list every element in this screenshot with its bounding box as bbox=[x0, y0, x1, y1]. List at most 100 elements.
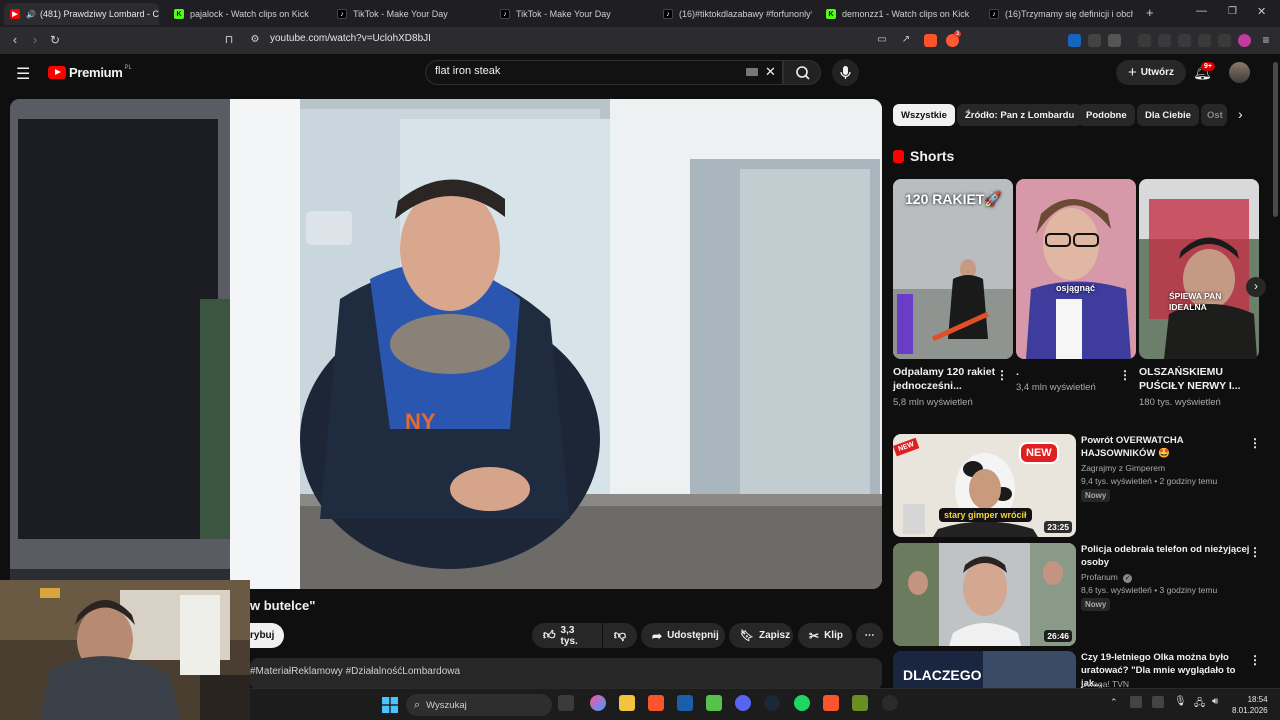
short-title[interactable]: . bbox=[1016, 365, 1121, 379]
thumbnail-caption: stary gimper wrócił bbox=[939, 508, 1032, 522]
video-player[interactable]: NY bbox=[10, 99, 882, 589]
reload-icon[interactable]: ↻ bbox=[47, 32, 63, 48]
short-thumbnail-2[interactable]: osjągnąć bbox=[1016, 179, 1136, 359]
video-title-link[interactable]: Policja odebrała telefon od nieżyjącej o… bbox=[1081, 543, 1251, 569]
channel-name[interactable]: Profanum ✓ bbox=[1081, 572, 1133, 583]
short-thumbnail-3[interactable]: ŚPIEWA PAN IDEALNA bbox=[1139, 179, 1259, 359]
description-box[interactable]: #MateriałReklamowy #DziałalnośćLombardow… bbox=[250, 658, 882, 690]
tab-kick-demonzz1[interactable]: K demonzz1 - Watch clips on Kick bbox=[820, 3, 975, 25]
short-menu-icon[interactable]: ⋮ bbox=[1119, 368, 1131, 382]
search-button[interactable] bbox=[783, 60, 821, 85]
spotify-icon[interactable] bbox=[794, 695, 810, 711]
volume-icon[interactable]: 🔊︎ bbox=[1212, 696, 1218, 707]
taskbar-search[interactable]: ⌕ Wyszukaj bbox=[406, 694, 552, 716]
tray-app-icon-2[interactable] bbox=[1152, 696, 1164, 708]
extension-2-icon[interactable] bbox=[1088, 34, 1101, 47]
wallet-icon[interactable] bbox=[1178, 34, 1191, 47]
forward-icon[interactable]: › bbox=[27, 32, 43, 48]
restore-icon[interactable]: ❐ bbox=[1228, 6, 1237, 17]
video-menu-icon[interactable]: ⋮ bbox=[1249, 436, 1261, 450]
video-title-link[interactable]: Powrót OVERWATCHA HAJSOWNIKÓW 🤩 bbox=[1081, 434, 1251, 460]
tab-tiktok-2[interactable]: ♪ TikTok - Make Your Day bbox=[494, 3, 649, 25]
share-button[interactable]: ➦ Udostępnij bbox=[641, 623, 725, 648]
task-view-icon[interactable] bbox=[558, 695, 574, 711]
new-tab-icon[interactable]: + bbox=[1146, 5, 1154, 20]
app-icon-olive[interactable] bbox=[852, 695, 868, 711]
menu-icon[interactable]: ≡ bbox=[1258, 32, 1274, 48]
hamburger-menu-icon[interactable]: ☰ bbox=[16, 64, 30, 84]
cast-icon[interactable]: ▭ bbox=[874, 32, 890, 48]
dislike-button[interactable]: 👎︎ bbox=[603, 623, 637, 648]
filter-chip-for-you[interactable]: Dla Ciebie bbox=[1137, 104, 1199, 126]
discord-icon[interactable] bbox=[735, 695, 751, 711]
voice-search-button[interactable] bbox=[832, 59, 859, 86]
tab-label: demonzz1 - Watch clips on Kick bbox=[842, 9, 970, 19]
brave-window-icon[interactable] bbox=[823, 695, 839, 711]
extension-3-icon[interactable] bbox=[1108, 34, 1121, 47]
minimize-icon[interactable]: — bbox=[1196, 5, 1207, 17]
filter-chip-similar[interactable]: Podobne bbox=[1078, 104, 1135, 126]
extension-1-icon[interactable] bbox=[1068, 34, 1081, 47]
sidebar-icon[interactable] bbox=[1158, 34, 1171, 47]
tab-kick-pajalock[interactable]: K pajalock - Watch clips on Kick bbox=[168, 3, 323, 25]
video-menu-icon[interactable]: ⋮ bbox=[1249, 545, 1261, 559]
app-icon-blue[interactable] bbox=[677, 695, 693, 711]
short-menu-icon[interactable]: ⋮ bbox=[996, 368, 1008, 382]
short-title[interactable]: Odpalamy 120 rakiet jednocześni... bbox=[893, 365, 998, 393]
clip-button[interactable]: ✂ Klip bbox=[798, 623, 852, 648]
tray-chevron-icon[interactable]: ⌃ bbox=[1110, 697, 1118, 708]
page-scrollbar[interactable] bbox=[1271, 54, 1280, 688]
system-clock[interactable]: 18:54 8.01.2026 bbox=[1232, 694, 1268, 716]
keyboard-icon[interactable] bbox=[746, 68, 758, 76]
avatar[interactable] bbox=[1229, 62, 1250, 83]
search-box[interactable]: ✕ bbox=[425, 60, 783, 85]
scrollbar-thumb[interactable] bbox=[1273, 62, 1278, 217]
create-button[interactable]: + Utwórz bbox=[1116, 60, 1186, 85]
music-icon[interactable] bbox=[1138, 34, 1151, 47]
microphone-tray-icon[interactable]: 🎙︎ bbox=[1174, 696, 1187, 707]
windows-start-icon[interactable] bbox=[382, 697, 398, 713]
url-field[interactable]: youtube.com/watch?v=UclohXD8bJI bbox=[270, 33, 431, 44]
tab-tiktok-3[interactable]: ♪ (16)#tiktokdlazabawy #forfunonly💜 bbox=[657, 3, 812, 25]
short-title[interactable]: OLSZAŃSKIEMU PUŚCIŁY NERWY I... bbox=[1139, 365, 1244, 393]
brave-browser-icon[interactable] bbox=[648, 695, 664, 711]
plus-icon: + bbox=[1127, 64, 1137, 81]
tab-tiktok-4[interactable]: ♪ (16)Trzymamy się definicji i obchodz bbox=[983, 3, 1133, 25]
clear-search-icon[interactable]: ✕ bbox=[765, 64, 776, 80]
filter-chip-recent[interactable]: Ost bbox=[1201, 104, 1227, 126]
more-actions-button[interactable]: ⋯ bbox=[856, 623, 883, 648]
short-thumbnail-1[interactable]: 120 RAKIET🚀 bbox=[893, 179, 1013, 359]
video-thumbnail-2[interactable]: 26:46 bbox=[893, 543, 1076, 646]
share-page-icon[interactable]: ↗ bbox=[898, 32, 914, 48]
close-window-icon[interactable]: ✕ bbox=[1257, 5, 1266, 18]
shorts-next-icon[interactable]: › bbox=[1246, 277, 1266, 297]
brave-shield-icon[interactable] bbox=[924, 34, 937, 47]
save-button[interactable]: 🔖︎ Zapisz bbox=[729, 623, 793, 648]
filter-chip-all[interactable]: Wszystkie bbox=[893, 104, 955, 126]
leo-icon[interactable] bbox=[1198, 34, 1211, 47]
site-info-icon[interactable]: ⚙ bbox=[247, 32, 263, 48]
obs-icon[interactable] bbox=[882, 695, 898, 711]
chevron-right-icon[interactable]: › bbox=[1238, 106, 1243, 122]
search-input[interactable] bbox=[435, 65, 735, 77]
video-thumbnail-3[interactable]: DLACZEGO bbox=[893, 651, 1076, 688]
tab-youtube[interactable]: ▶ 🔊 (481) Prawdziwy Lombard - C ✕ bbox=[4, 3, 159, 25]
video-thumbnail-1[interactable]: NEW NEW stary gimper wrócił 23:25 bbox=[893, 434, 1076, 537]
filter-chip-source[interactable]: Źródło: Pan z Lombardu bbox=[957, 104, 1083, 126]
network-icon[interactable]: 🖧︎ bbox=[1194, 696, 1205, 713]
like-button[interactable]: 👍︎ 3,3 tys. bbox=[532, 623, 602, 648]
tab-tiktok-1[interactable]: ♪ TikTok - Make Your Day bbox=[331, 3, 486, 25]
bookmark-icon[interactable]: ⊓ bbox=[221, 32, 237, 48]
vpn-icon[interactable] bbox=[1218, 34, 1231, 47]
file-explorer-icon[interactable] bbox=[619, 695, 635, 711]
profile-extension-icon[interactable] bbox=[1238, 34, 1251, 47]
app-icon-green[interactable] bbox=[706, 695, 722, 711]
steam-icon[interactable] bbox=[764, 695, 780, 711]
tray-app-icon[interactable] bbox=[1130, 696, 1142, 708]
copilot-icon[interactable] bbox=[590, 695, 606, 711]
video-menu-icon[interactable]: ⋮ bbox=[1249, 653, 1261, 667]
youtube-logo[interactable]: Premium PL bbox=[48, 65, 132, 80]
channel-name[interactable]: Zagrajmy z Gimperem bbox=[1081, 463, 1165, 473]
video-meta: 8,6 tys. wyświetleń • 3 godziny temu bbox=[1081, 585, 1218, 595]
back-icon[interactable]: ‹ bbox=[7, 32, 23, 48]
